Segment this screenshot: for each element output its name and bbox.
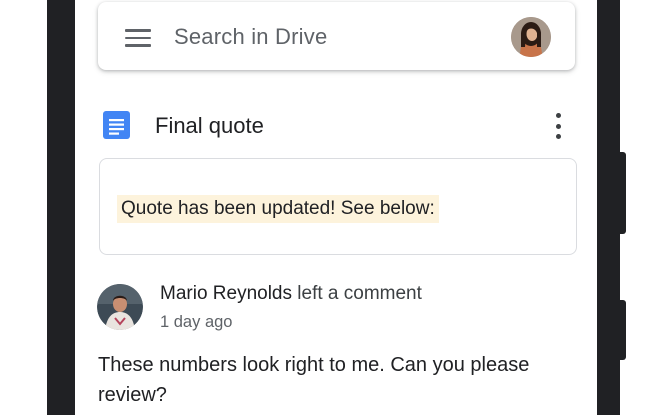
quoted-text-card: Quote has been updated! See below:: [99, 158, 577, 255]
comment-timestamp: 1 day ago: [160, 313, 233, 331]
comment-action: left a comment: [297, 283, 422, 304]
hamburger-menu-icon[interactable]: [125, 29, 151, 47]
phone-frame-left: [47, 0, 75, 415]
document-title: Final quote: [155, 113, 264, 138]
phone-frame-right: [597, 0, 620, 415]
comment-header: Mario Reynolds left a comment: [160, 283, 422, 305]
quoted-text: Quote has been updated! See below:: [117, 195, 439, 223]
commenter-name[interactable]: Mario Reynolds: [160, 283, 292, 304]
commenter-avatar[interactable]: [97, 284, 143, 330]
more-options-icon[interactable]: [551, 111, 565, 141]
search-bar[interactable]: Search in Drive: [98, 2, 575, 70]
phone-side-button: [620, 152, 626, 234]
stage: Search in Drive Final quote Quote has be…: [0, 0, 670, 415]
phone-side-button-lower: [620, 300, 626, 360]
phone-screen: Search in Drive Final quote Quote has be…: [75, 0, 597, 415]
account-avatar[interactable]: [511, 17, 551, 57]
search-input[interactable]: Search in Drive: [174, 24, 327, 50]
google-docs-icon: [103, 111, 130, 139]
comment-body: These numbers look right to me. Can you …: [98, 354, 530, 406]
